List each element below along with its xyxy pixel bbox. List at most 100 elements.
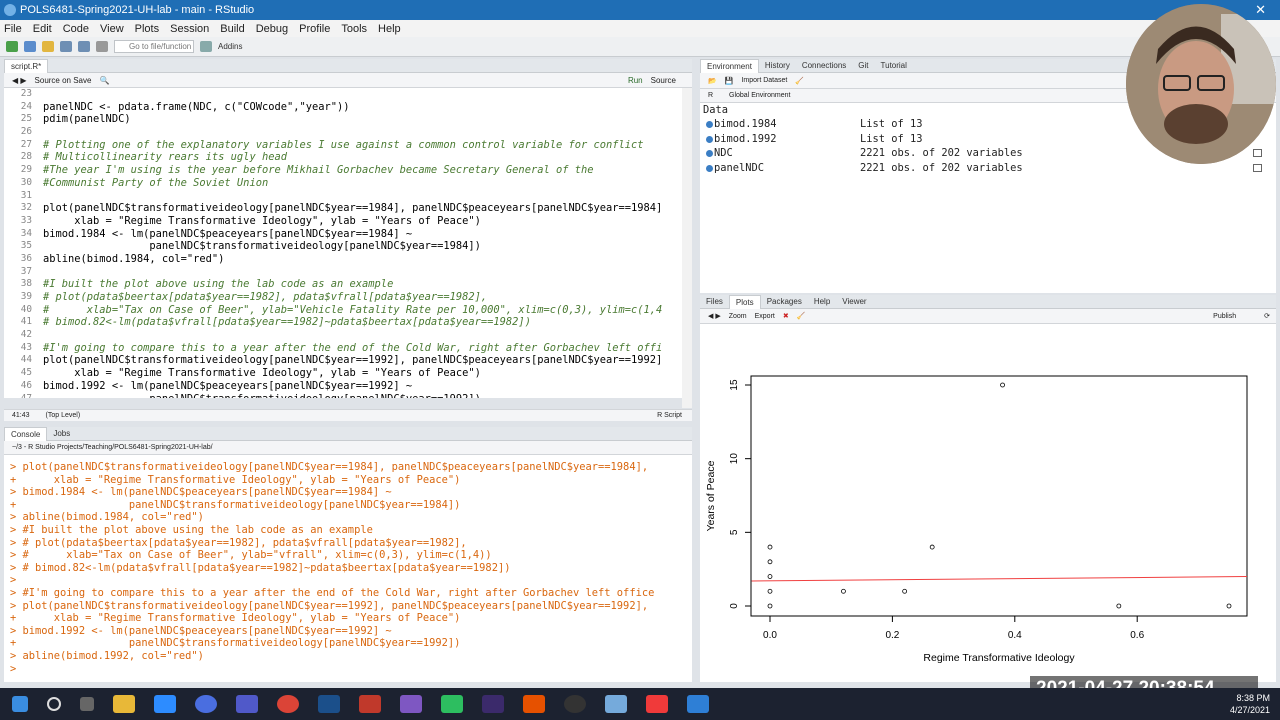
tab-history[interactable]: History [759,59,796,72]
tab-files[interactable]: Files [700,295,729,308]
menu-code[interactable]: Code [63,23,89,35]
code-editor[interactable]: 23 24 panelNDC <- pdata.frame(NDC, c("COWc… [4,88,692,398]
orange-app-icon[interactable] [523,695,545,713]
code-line[interactable]: 40 # xlab="Tax on Case of Beer", ylab="Ve… [4,304,692,317]
code-line[interactable]: 24 panelNDC <- pdata.frame(NDC, c("COWcod… [4,101,692,114]
source-on-save-checkbox[interactable]: Source on Save [35,76,92,85]
env-row-name[interactable]: NDC [714,146,733,161]
code-line[interactable]: 46 bimod.1992 <- lm(panelNDC$peaceyears[p… [4,380,692,393]
filetype-indicator[interactable]: R Script [657,412,682,419]
menu-help[interactable]: Help [378,23,401,35]
new-project-icon[interactable] [24,41,36,52]
menu-tools[interactable]: Tools [341,23,367,35]
menu-build[interactable]: Build [220,23,244,35]
search-icon[interactable] [47,697,61,711]
github-icon[interactable] [564,695,586,713]
code-line[interactable]: 26 [4,126,692,139]
system-clock[interactable]: 8:38 PM 4/27/2021 [1230,692,1270,716]
addins-menu[interactable]: Addins [218,42,242,51]
global-environment-selector[interactable]: Global Environment [729,92,790,99]
evernote-icon[interactable] [441,695,463,713]
code-line[interactable]: 30 #Communist Party of the Soviet Union [4,177,692,190]
obs-icon[interactable] [195,695,217,713]
code-line[interactable]: 45 xlab = "Regime Transformative Ideolog… [4,367,692,380]
code-line[interactable]: 23 [4,88,692,101]
tab-help[interactable]: Help [808,295,836,308]
view-data-icon[interactable] [1253,163,1262,172]
tab-connections[interactable]: Connections [796,59,852,72]
back-icon[interactable]: ◀ ▶ [12,76,27,85]
code-line[interactable]: 47 panelNDC$transformativeideology[panel… [4,393,692,399]
export-button[interactable]: Export [755,313,775,320]
code-line[interactable]: 43 #I'm going to compare this to a year a… [4,342,692,355]
menu-file[interactable]: File [4,23,22,35]
code-line[interactable]: 38 #I built the plot above using the lab … [4,278,692,291]
code-line[interactable]: 28 # Multicollinearity rears its ugly hea… [4,151,692,164]
expand-icon[interactable] [706,164,713,172]
broom-icon[interactable]: 🧹 [795,77,804,85]
search-icon[interactable]: 🔍 [99,76,109,85]
goto-file-input[interactable]: Go to file/function [114,40,194,53]
code-line[interactable]: 36 abline(bimod.1984, col="red") [4,253,692,266]
grid-icon[interactable] [200,41,212,52]
save-icon[interactable] [60,41,72,52]
scope-indicator[interactable]: (Top Level) [46,412,81,419]
code-line[interactable]: 35 panelNDC$transformativeideology[panel… [4,240,692,253]
teams-icon[interactable] [236,695,258,713]
tab-environment[interactable]: Environment [700,58,759,73]
code-line[interactable]: 29 #The year I'm using is the year before… [4,164,692,177]
tex-icon[interactable] [482,695,504,713]
env-row-name[interactable]: bimod.1984 [714,117,777,132]
editor-scrollbar[interactable] [682,88,692,408]
expand-icon[interactable] [706,150,713,158]
previous-plot-icon[interactable]: ◀ ▶ [708,312,721,320]
code-line[interactable]: 42 [4,329,692,342]
env-row-name[interactable]: bimod.1992 [714,132,777,147]
clear-plots-icon[interactable]: 🧹 [797,312,806,320]
menu-edit[interactable]: Edit [33,23,52,35]
code-line[interactable]: 25 pdim(panelNDC) [4,113,692,126]
zoom-button[interactable]: Zoom [729,313,747,320]
file-explorer-icon[interactable] [113,695,135,713]
code-line[interactable]: 31 [4,190,692,203]
run-button[interactable]: Run [628,76,643,85]
code-line[interactable]: 37 [4,266,692,279]
tab-tutorial[interactable]: Tutorial [875,59,913,72]
env-row-name[interactable]: panelNDC [714,161,764,176]
console-output[interactable]: > plot(panelNDC$transformativeideology[p… [4,455,692,682]
windows-start-icon[interactable] [12,696,28,712]
console-working-directory[interactable]: ~/3 - R Studio Projects/Teaching/POLS648… [4,441,692,455]
tab-packages[interactable]: Packages [761,295,808,308]
view-data-icon[interactable] [1253,149,1262,158]
expand-icon[interactable] [706,135,713,143]
code-line[interactable]: 32 plot(panelNDC$transformativeideology[p… [4,202,692,215]
tab-git[interactable]: Git [852,59,874,72]
menu-debug[interactable]: Debug [256,23,288,35]
menu-profile[interactable]: Profile [299,23,330,35]
print-icon[interactable] [96,41,108,52]
publish-button[interactable]: Publish [1213,313,1236,320]
expand-icon[interactable] [706,121,713,128]
purple-app-icon[interactable] [400,695,422,713]
save-all-icon[interactable] [78,41,90,52]
red-app-icon[interactable] [359,695,381,713]
code-line[interactable]: 41 # bimod.82<-lm(pdata$vfrall[pdata$year… [4,316,692,329]
rstudio-taskbar-icon[interactable] [605,695,627,713]
tab-jobs[interactable]: Jobs [47,427,76,440]
save-workspace-icon[interactable]: 💾 [725,77,734,85]
open-file-icon[interactable] [42,41,54,52]
tab-viewer[interactable]: Viewer [836,295,872,308]
new-file-icon[interactable] [6,41,18,52]
todo-icon[interactable] [687,695,709,713]
tab-console[interactable]: Console [4,426,48,441]
stata-icon[interactable] [318,695,340,713]
code-line[interactable]: 44 plot(panelNDC$transformativeideology[p… [4,354,692,367]
close-window-button[interactable]: ✕ [1255,2,1266,18]
load-workspace-icon[interactable]: 📂 [708,77,717,85]
menu-plots[interactable]: Plots [135,23,159,35]
code-line[interactable]: 27 # Plotting one of the explanatory vari… [4,139,692,152]
app-icon[interactable] [646,695,668,713]
source-button[interactable]: Source [651,76,676,85]
menu-session[interactable]: Session [170,23,209,35]
code-line[interactable]: 34 bimod.1984 <- lm(panelNDC$peaceyears[p… [4,228,692,241]
